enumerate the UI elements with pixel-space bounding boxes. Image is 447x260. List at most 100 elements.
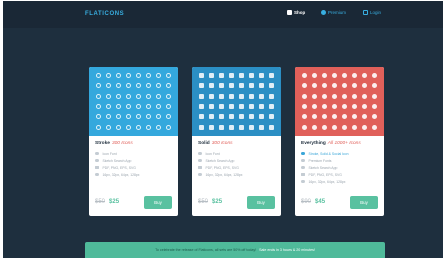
preview-glyph-icon [126,93,131,99]
preview-glyph-icon [199,93,204,99]
sale-price: $45 [315,199,326,205]
preview-glyph-icon [352,73,357,79]
preview-glyph-icon [239,73,244,79]
top-navbar: FLATICONS Shop Premium Login [3,1,443,28]
preview-glyph-icon [219,93,224,99]
nav-login-label: Login [370,10,382,15]
plan-title: Everything All 1000+ Icons [301,141,361,146]
feature-item: Icon Font [198,150,275,157]
preview-glyph-icon [126,104,131,110]
preview-glyph-icon [239,104,244,110]
preview-glyph-icon [229,104,234,110]
preview-glyph-icon [106,124,111,130]
nav-premium-label: Premium [328,10,347,15]
preview-glyph-icon [312,93,317,99]
promo-countdown: Sale ends in 3 hours & 20 minutes! [259,248,315,252]
preview-glyph-icon [106,114,111,120]
file-icon [301,172,305,177]
preview-glyph-icon [322,104,327,110]
preview-glyph-icon [166,73,171,79]
preview-glyph-icon [219,104,224,110]
preview-glyph-icon [249,114,254,120]
icon-preview-grid [295,67,384,136]
preview-glyph-icon [302,93,307,99]
preview-glyph-icon [342,124,347,130]
preview-glyph-icon [156,93,161,99]
site-logo[interactable]: FLATICONS [85,11,124,17]
preview-glyph-icon [259,83,264,89]
preview-glyph-icon [302,73,307,79]
old-price: $50 [95,199,106,205]
feature-item: Icon Font [95,150,172,157]
preview-glyph-icon [362,73,367,79]
preview-glyph-icon [136,124,141,130]
file-icon [95,165,99,170]
feature-item: Stroke, Solid & Social Icon [301,150,378,157]
feature-item: 16px, 32px, 64px, 128px [198,171,275,178]
preview-glyph-icon [372,83,377,89]
preview-glyph-icon [219,73,224,79]
preview-glyph-icon [146,83,151,89]
preview-glyph-icon [116,124,121,130]
preview-glyph-icon [209,114,214,120]
preview-glyph-icon [229,93,234,99]
preview-glyph-icon [106,73,111,79]
nav-premium[interactable]: Premium [321,10,346,15]
plan-count: 300 Icons [111,141,133,146]
preview-glyph-icon [156,124,161,130]
preview-glyph-icon [156,114,161,120]
nav-login[interactable]: Login [363,10,381,15]
pencil-icon [198,172,202,177]
feature-item: 16px, 32px, 64px, 128px [95,171,172,178]
preview-glyph-icon [116,83,121,89]
buy-button[interactable]: Buy [247,195,275,209]
preview-glyph-icon [249,104,254,110]
preview-glyph-icon [269,83,274,89]
nav-shop[interactable]: Shop [287,10,305,15]
preview-glyph-icon [209,104,214,110]
preview-glyph-icon [166,93,171,99]
user-icon [363,10,368,15]
preview-glyph-icon [199,124,204,130]
preview-glyph-icon [219,114,224,120]
preview-glyph-icon [166,83,171,89]
font-icon [95,151,99,156]
preview-glyph-icon [106,104,111,110]
preview-glyph-icon [239,83,244,89]
preview-glyph-icon [312,83,317,89]
sale-price: $25 [109,199,120,205]
preview-glyph-icon [312,73,317,79]
preview-glyph-icon [136,73,141,79]
preview-glyph-icon [136,104,141,110]
preview-glyph-icon [146,124,151,130]
preview-glyph-icon [146,114,151,120]
star-icon [321,10,326,15]
preview-glyph-icon [156,83,161,89]
preview-glyph-icon [199,73,204,79]
feature-item: Sketch Search App [95,157,172,164]
preview-glyph-icon [302,83,307,89]
buy-button[interactable]: Buy [350,195,378,209]
preview-glyph-icon [362,114,367,120]
stack-icon [301,151,305,156]
preview-glyph-icon [322,73,327,79]
preview-glyph-icon [372,124,377,130]
preview-glyph-icon [362,93,367,99]
preview-glyph-icon [166,124,171,130]
preview-glyph-icon [312,124,317,130]
preview-glyph-icon [209,73,214,79]
preview-glyph-icon [126,114,131,120]
preview-glyph-icon [322,114,327,120]
preview-glyph-icon [219,83,224,89]
preview-glyph-icon [209,93,214,99]
preview-glyph-icon [312,114,317,120]
preview-glyph-icon [96,124,101,130]
preview-glyph-icon [126,83,131,89]
buy-button[interactable]: Buy [144,195,172,209]
icon-preview-grid [89,67,178,136]
preview-glyph-icon [209,124,214,130]
preview-glyph-icon [269,93,274,99]
preview-glyph-icon [322,83,327,89]
nav-shop-label: Shop [294,10,306,15]
preview-glyph-icon [372,93,377,99]
